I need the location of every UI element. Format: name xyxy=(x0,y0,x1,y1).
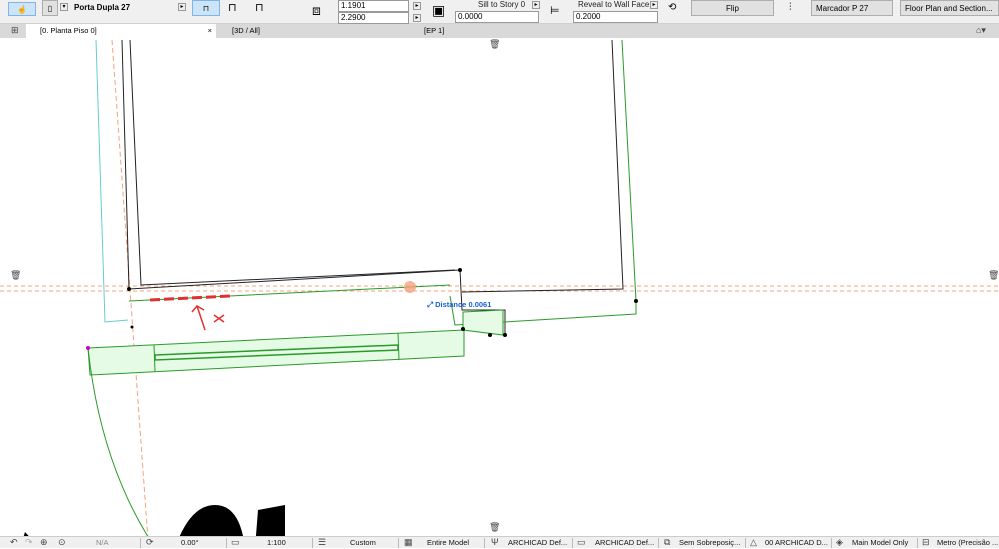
marker-label: Marcador P 27 xyxy=(816,3,869,13)
wall-line xyxy=(461,39,624,293)
drawing-text-glyph xyxy=(255,505,285,548)
drawing-text-glyph xyxy=(175,505,245,548)
reveal-arrow[interactable]: ▸ xyxy=(650,1,658,9)
layer-combination[interactable]: Custom xyxy=(350,537,376,549)
floor-plan-section-label: Floor Plan and Section... xyxy=(905,3,993,13)
zoom-value[interactable]: N/A xyxy=(96,537,109,549)
flip-button[interactable]: Flip xyxy=(691,0,774,16)
tab-label: [EP 1] xyxy=(424,26,445,35)
distance-value: 0.0061 xyxy=(468,300,492,309)
model-view-icon[interactable]: ▭ xyxy=(577,537,586,548)
door-jamb xyxy=(462,309,504,336)
sill-field[interactable]: 0.0000 xyxy=(455,11,539,23)
info-box-toolbar: ☝ ▯ ▾ Porta Dupla 27 ▸ ⊓ ⊓ ⊓ ⧈ 1.1901 ▸ … xyxy=(0,0,999,24)
graphic-overrides[interactable]: Sem Sobreposiç... xyxy=(679,537,740,549)
door-name: Porta Dupla 27 xyxy=(74,3,131,12)
distance-tracker: ⤢ Distance 0.0061 xyxy=(427,300,492,309)
dimension-units[interactable]: Metro (Precisão ... xyxy=(937,537,998,549)
tab-3d[interactable]: [3D / All] xyxy=(218,24,408,38)
height-field[interactable]: 2.2900 xyxy=(338,12,409,24)
reveal-field[interactable]: 0.2000 xyxy=(573,11,658,23)
zoom-fit-icon[interactable]: ⊙ xyxy=(58,537,66,548)
tab-label: [3D / All] xyxy=(232,26,260,35)
floor-plan-canvas[interactable]: ⤢ Distance 0.0061 🗑 🗑 🗑 🗑 xyxy=(0,38,999,548)
tab-floor-plan[interactable]: [0. Planta Piso 0] × xyxy=(26,24,216,38)
wall-line-selected xyxy=(449,39,637,326)
tab-ep1[interactable]: [EP 1] xyxy=(410,24,610,38)
marker-icon: ⫶ xyxy=(789,2,792,13)
pen-set[interactable]: ARCHICAD Def... xyxy=(508,537,567,549)
door-name-arrow[interactable]: ▸ xyxy=(178,3,186,11)
sill-icon: ▣ xyxy=(432,2,446,18)
sill-arrow[interactable]: ▸ xyxy=(532,1,540,9)
door-dropdown[interactable]: ▾ xyxy=(60,3,68,11)
distance-label: Distance xyxy=(435,300,467,309)
grid-icon[interactable]: ⊞ xyxy=(11,25,19,36)
wall-line-selected xyxy=(128,284,451,302)
size-icon: ⧈ xyxy=(312,2,321,18)
renovation-icon[interactable]: △ xyxy=(750,537,757,548)
redo-icon[interactable]: ↷ xyxy=(25,537,33,548)
override-icon[interactable]: ⧉ xyxy=(664,537,670,548)
model-icon[interactable]: ▦ xyxy=(404,537,413,548)
zoom-in-icon[interactable]: ⊕ xyxy=(40,537,48,548)
sill-label: Sill to Story 0 xyxy=(478,0,526,9)
drawing xyxy=(0,39,999,548)
status-bar: ↶ ↷ ⊕ ⊙ N/A ⟳ 0.00° ▭ 1:100 ☰ Custom ▦ E… xyxy=(0,536,999,548)
width-arrow[interactable]: ▸ xyxy=(413,2,421,10)
scale-value[interactable]: 1:100 xyxy=(267,537,286,549)
wall-line xyxy=(121,39,506,335)
door-hotspot xyxy=(86,346,90,350)
renovation-filter[interactable]: 00 ARCHICAD D... xyxy=(765,537,828,549)
model-view-options[interactable]: ARCHICAD Def... xyxy=(595,537,654,549)
floor-plan-section-button[interactable]: Floor Plan and Section... xyxy=(900,0,999,16)
view-tabs: ⊞ [0. Planta Piso 0] × [3D / All] [EP 1] … xyxy=(0,24,999,38)
anchor-center-button[interactable]: ⊓ xyxy=(228,1,237,14)
angle-value[interactable]: 0.00° xyxy=(181,537,199,549)
height-arrow[interactable]: ▸ xyxy=(413,14,421,22)
width-field[interactable]: 1.1901 xyxy=(338,0,409,12)
trash-icon[interactable]: 🗑 xyxy=(988,270,999,281)
selection-settings-button[interactable]: ☝ xyxy=(8,2,36,16)
door-leaf xyxy=(87,329,465,376)
marker-dropdown[interactable]: Marcador P 27 xyxy=(811,0,893,16)
trash-icon[interactable]: 🗑 xyxy=(489,39,500,50)
rotate-icon[interactable]: ⟳ xyxy=(146,537,154,548)
dimension-icon[interactable]: ⊟ xyxy=(922,537,930,548)
view-options-icon[interactable]: ⌂▾ xyxy=(976,25,986,36)
undo-icon[interactable]: ↶ xyxy=(10,537,18,548)
close-icon[interactable]: × xyxy=(208,24,212,38)
structure-display[interactable]: Main Model Only xyxy=(852,537,908,549)
trash-icon[interactable]: 🗑 xyxy=(10,270,21,281)
door-tool-icon[interactable]: ▯ xyxy=(42,0,58,16)
scale-icon[interactable]: ▭ xyxy=(231,537,240,548)
model-scope[interactable]: Entire Model xyxy=(427,537,469,549)
anchor-right-button[interactable]: ⊓ xyxy=(255,1,264,14)
tab-label: [0. Planta Piso 0] xyxy=(40,26,97,35)
reveal-label: Reveal to Wall Face xyxy=(578,0,650,9)
trash-icon[interactable]: 🗑 xyxy=(489,522,500,533)
reveal-icon: ⊨ xyxy=(550,5,560,17)
anchor-left-button[interactable]: ⊓ xyxy=(192,0,220,16)
flip-icon: ⟲ xyxy=(668,2,677,13)
snap-point xyxy=(404,281,416,293)
pen-icon[interactable]: Ψ xyxy=(491,537,499,547)
structure-icon[interactable]: ◈ xyxy=(836,537,843,548)
annotation-mark xyxy=(191,305,225,331)
layers-icon[interactable]: ☰ xyxy=(318,537,326,548)
wall-line xyxy=(129,39,456,286)
